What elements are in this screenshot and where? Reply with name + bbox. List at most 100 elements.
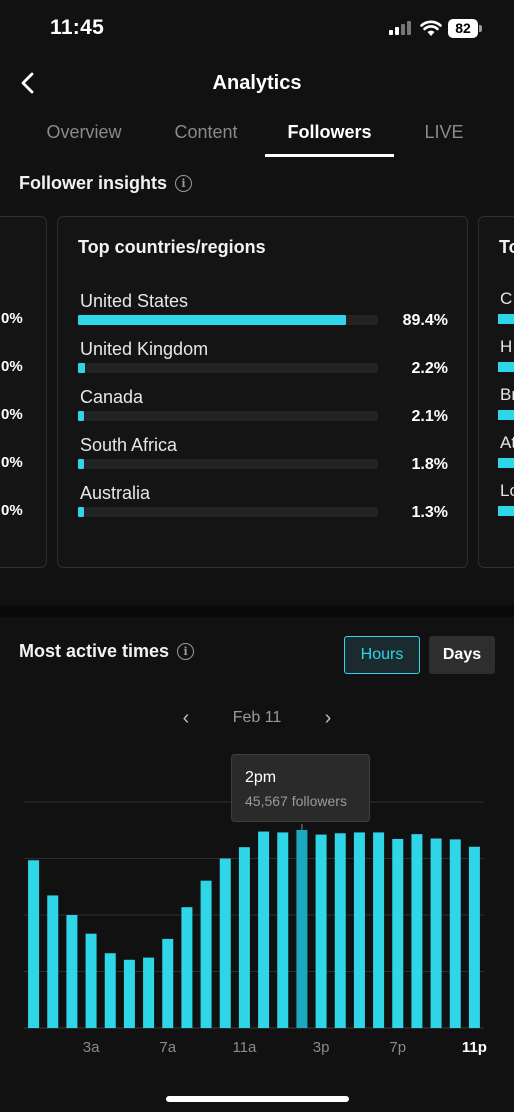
card-title: Top countries/regions	[78, 237, 266, 257]
status-bar: 11:45 82	[0, 0, 514, 58]
chart-bar[interactable]	[162, 938, 174, 1028]
chart-tick-label: 11a	[232, 1039, 257, 1056]
follower-insights-title: Follower insights	[19, 173, 168, 193]
left-card-percent: 0%	[1, 310, 23, 327]
tab-bar: Overview Content Followers LIVE	[0, 110, 514, 160]
country-percent: 1.8%	[411, 456, 448, 473]
chart-bar[interactable]	[353, 832, 365, 1028]
chart-bar[interactable]	[238, 847, 250, 1028]
country-percent: 89.4%	[402, 312, 448, 329]
chart-bar[interactable]	[430, 838, 442, 1028]
home-indicator	[166, 1096, 349, 1102]
right-card-initial: Lo	[500, 481, 514, 500]
right-card-initial: C	[500, 289, 513, 308]
chart-bar[interactable]	[143, 957, 155, 1028]
status-time: 11:45	[50, 16, 105, 39]
country-bar-track	[78, 411, 378, 421]
chart-bar[interactable]	[200, 880, 212, 1028]
chart-bar[interactable]	[468, 846, 480, 1028]
country-row: South Africa 1.8%	[78, 435, 448, 483]
active-times-title: Most active times	[19, 641, 170, 661]
date-label: Feb 11	[232, 709, 282, 726]
country-name: Australia	[80, 483, 151, 503]
right-card-initial: At	[500, 433, 514, 452]
country-percent: 2.2%	[411, 360, 448, 377]
wifi-icon	[420, 19, 442, 37]
country-bar-track	[78, 507, 378, 517]
country-row: Australia 1.3%	[78, 483, 448, 531]
tab-content[interactable]: Content	[164, 122, 248, 143]
info-icon[interactable]: i	[177, 643, 195, 660]
left-card-percent: 0%	[1, 406, 23, 423]
top-countries-card[interactable]: Top countries/regions United States 89.4…	[57, 216, 468, 568]
chart-bar[interactable]	[219, 858, 231, 1029]
left-card-percent: 0%	[1, 502, 23, 519]
right-card-bar	[498, 410, 514, 420]
country-bar-fill	[78, 363, 85, 373]
right-card-bar	[498, 362, 514, 372]
country-bar-fill	[78, 459, 84, 469]
tab-live[interactable]: LIVE	[418, 122, 470, 143]
chart-bar[interactable]	[334, 833, 346, 1028]
tab-followers[interactable]: Followers	[265, 122, 394, 143]
chart-bar[interactable]	[411, 834, 423, 1028]
country-bar-fill	[78, 411, 85, 421]
country-bar-fill	[78, 315, 347, 325]
section-divider	[0, 605, 514, 617]
chart-bar[interactable]	[181, 907, 193, 1028]
country-name: South Africa	[80, 435, 178, 455]
right-card-bar	[498, 506, 514, 516]
country-name: Canada	[80, 387, 144, 407]
chart-bar[interactable]	[296, 829, 308, 1028]
country-name: United States	[80, 291, 189, 311]
cellular-signal-icon	[389, 21, 413, 35]
chart-bar[interactable]	[104, 953, 116, 1028]
battery-level: 82	[448, 19, 478, 38]
country-bar-track	[78, 315, 378, 325]
follower-insights-header: Follower insights i	[19, 173, 193, 194]
chart-tick-label: 11p	[462, 1039, 487, 1056]
hours-toggle-button[interactable]: Hours	[344, 636, 420, 674]
right-card-initial: Br	[500, 385, 514, 404]
chart-bar[interactable]	[258, 831, 270, 1028]
chevron-right-icon[interactable]: ›	[316, 706, 340, 732]
chart-bar[interactable]	[85, 933, 97, 1028]
active-times-header: Most active times i	[19, 641, 195, 662]
chart-bar[interactable]	[449, 839, 461, 1028]
right-card-initial: H	[500, 337, 513, 356]
tab-overview[interactable]: Overview	[40, 122, 128, 143]
chart-bar[interactable]	[66, 915, 78, 1028]
chart-bar[interactable]	[277, 832, 289, 1028]
country-bar-track	[78, 363, 378, 373]
chart-bar[interactable]	[47, 895, 59, 1028]
chart-tick-label: 7p	[389, 1039, 406, 1056]
chart-bar[interactable]	[392, 838, 404, 1028]
country-percent: 2.1%	[411, 408, 448, 425]
page-title: Analytics	[212, 72, 302, 94]
chart-bar[interactable]	[315, 834, 327, 1028]
battery-icon: 82	[448, 19, 482, 38]
country-row: Canada 2.1%	[78, 387, 448, 435]
tooltip-subtitle: 45,567 followers	[245, 793, 347, 809]
tab-active-indicator	[265, 154, 394, 157]
left-card-percent: 0%	[1, 358, 23, 375]
chart-tick-label: 3a	[83, 1039, 100, 1056]
chart-tooltip: 2pm 45,567 followers	[231, 754, 370, 822]
country-percent: 1.3%	[411, 504, 448, 521]
chevron-left-icon[interactable]: ‹	[174, 706, 198, 732]
days-toggle-button[interactable]: Days	[429, 636, 495, 674]
country-bar-fill	[78, 507, 84, 517]
card-title: To	[499, 237, 514, 257]
info-icon[interactable]: i	[175, 175, 193, 192]
chart-tick-label: 7a	[159, 1039, 176, 1056]
left-card-percent: 0%	[1, 454, 23, 471]
right-card-bar	[498, 458, 514, 468]
active-times-chart: 3a 7a 11a 3p 7p 11p	[24, 801, 487, 1056]
chart-bar[interactable]	[123, 959, 135, 1028]
chart-bar[interactable]	[373, 832, 385, 1028]
country-row: United Kingdom 2.2%	[78, 339, 448, 387]
partial-card-left[interactable]: 0% 0% 0% 0% 0%	[0, 216, 47, 568]
right-card-bar	[498, 314, 514, 324]
country-bar-track	[78, 459, 378, 469]
chart-bar[interactable]	[28, 860, 40, 1028]
